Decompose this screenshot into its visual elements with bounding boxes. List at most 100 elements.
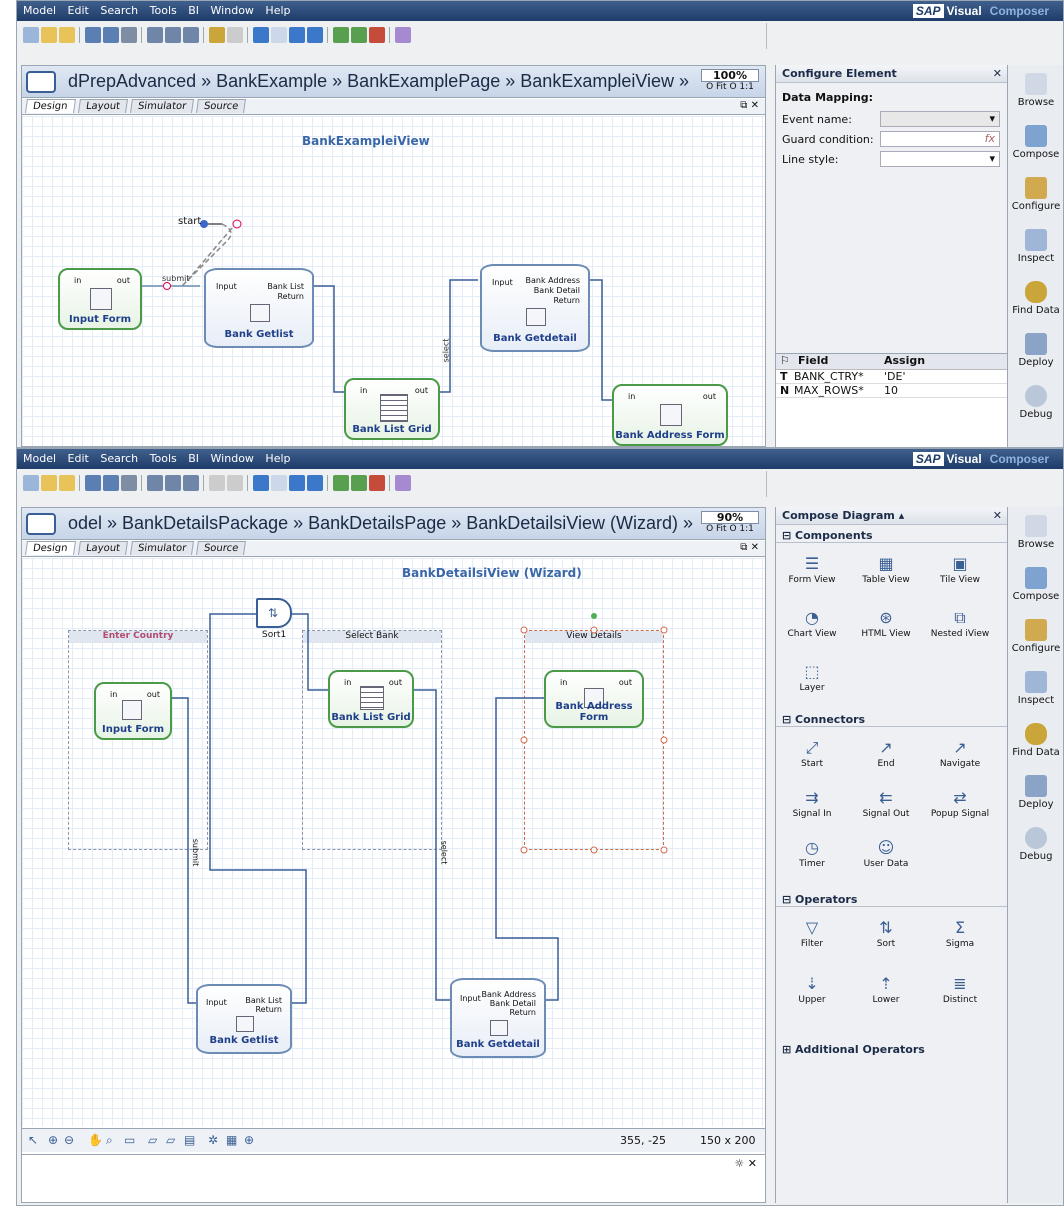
menu-model[interactable]: Model	[23, 4, 56, 17]
side-inspect[interactable]: Inspect	[1008, 671, 1064, 706]
restore-close-icon[interactable]: ⧉ ✕	[740, 100, 759, 111]
layout-icon[interactable]	[333, 27, 349, 43]
menu-bi[interactable]: BI	[188, 452, 199, 465]
zoom-out-icon[interactable]: ⊖	[64, 1133, 74, 1147]
filter-item[interactable]: ▽ Filter	[780, 917, 844, 949]
close-icon[interactable]: ✕	[993, 65, 1002, 83]
bank-list-grid-node[interactable]: in out Bank List Grid	[344, 378, 440, 440]
tab-layout[interactable]: Layout	[77, 541, 128, 555]
print-icon[interactable]	[121, 27, 137, 43]
line-style-select[interactable]: ▾	[880, 151, 1000, 167]
sort-item[interactable]: ⇅ Sort	[854, 917, 918, 949]
cut-icon[interactable]	[147, 475, 163, 491]
side-deploy[interactable]: Deploy	[1008, 775, 1064, 810]
side-configure[interactable]: Configure	[1008, 177, 1064, 212]
side-configure[interactable]: Configure	[1008, 619, 1064, 654]
paste-icon[interactable]	[183, 27, 199, 43]
layer-icon[interactable]: ▤	[184, 1133, 195, 1147]
up-icon[interactable]	[289, 27, 305, 43]
sigma-item[interactable]: Σ Sigma	[928, 917, 992, 949]
user-data-item[interactable]: ☺ User Data	[854, 837, 918, 869]
paste-icon[interactable]	[183, 475, 199, 491]
search-icon[interactable]: ⌕	[106, 1133, 113, 1148]
html-view-item[interactable]: ⊛ HTML View	[854, 607, 918, 639]
tab-source[interactable]: Source	[195, 99, 247, 113]
run-icon[interactable]	[351, 475, 367, 491]
table-row[interactable]: T BANK_CTRY* 'DE'	[776, 370, 1008, 384]
print-icon[interactable]	[121, 475, 137, 491]
comment-icon[interactable]: ▭	[124, 1133, 135, 1147]
signal-in-item[interactable]: ⇉ Signal In	[780, 787, 844, 819]
tab-simulator[interactable]: Simulator	[129, 99, 194, 113]
side-debug[interactable]: Debug	[1008, 385, 1064, 420]
home-icon[interactable]	[307, 475, 323, 491]
chart-view-item[interactable]: ◔ Chart View	[780, 607, 844, 639]
snap-icon[interactable]: ✲	[208, 1133, 218, 1147]
folder-icon[interactable]	[59, 475, 75, 491]
tab-design[interactable]: Design	[25, 99, 76, 113]
stop-icon[interactable]	[369, 475, 385, 491]
upper-item[interactable]: ⇣ Upper	[780, 973, 844, 1005]
run-icon[interactable]	[351, 27, 367, 43]
operators-header[interactable]: ⊟ Operators	[776, 893, 1008, 907]
canvas-grid[interactable]: BankDetailsiView (Wizard) Enter Country …	[22, 558, 765, 1126]
stop-icon[interactable]	[369, 27, 385, 43]
menu-search[interactable]: Search	[100, 4, 138, 17]
menu-bi[interactable]: BI	[188, 4, 199, 17]
zoom-control[interactable]: 90% O Fit O 1:1	[701, 511, 759, 537]
bank-getdetail-node[interactable]: Input Bank Address Bank Detail Return Ba…	[450, 978, 546, 1058]
redo-icon[interactable]	[227, 475, 243, 491]
new-icon[interactable]	[23, 27, 39, 43]
tab-layout[interactable]: Layout	[77, 99, 128, 113]
save-all-icon[interactable]	[103, 475, 119, 491]
form-view-item[interactable]: ☰ Form View	[780, 553, 844, 585]
distinct-item[interactable]: ≣ Distinct	[928, 973, 992, 1005]
zoom-control[interactable]: 100% O Fit O 1:1	[701, 69, 759, 95]
sort1-node[interactable]: ⇅	[256, 598, 292, 628]
side-debug[interactable]: Debug	[1008, 827, 1064, 862]
home-icon[interactable]	[307, 27, 323, 43]
bank-getlist-node[interactable]: Input Bank List Return Bank Getlist	[204, 268, 314, 348]
table-row[interactable]: N MAX_ROWS* 10	[776, 384, 1008, 398]
side-deploy[interactable]: Deploy	[1008, 333, 1064, 368]
save-icon[interactable]	[85, 27, 101, 43]
bank-getdetail-node[interactable]: Input Bank Address Bank Detail Return Ba…	[480, 264, 590, 352]
navigate-item[interactable]: ↗ Navigate	[928, 737, 992, 769]
canvas-grid[interactable]: BankExampleiView start submit select in o…	[22, 116, 765, 446]
menu-help[interactable]: Help	[265, 4, 290, 17]
layout-icon[interactable]	[333, 475, 349, 491]
menu-window[interactable]: Window	[211, 452, 254, 465]
side-inspect[interactable]: Inspect	[1008, 229, 1064, 264]
bank-getlist-node[interactable]: Input Bank List Return Bank Getlist	[196, 984, 292, 1054]
timer-item[interactable]: ◷ Timer	[780, 837, 844, 869]
col-assign[interactable]: Assign	[884, 354, 925, 367]
side-compose[interactable]: Compose	[1008, 567, 1064, 602]
bank-address-form-node[interactable]: in out Bank Address Form	[612, 384, 728, 446]
new-icon[interactable]	[23, 475, 39, 491]
side-compose[interactable]: Compose	[1008, 125, 1064, 160]
undo-icon[interactable]	[209, 475, 225, 491]
popup-signal-item[interactable]: ⇄ Popup Signal	[928, 787, 992, 819]
shape-icon[interactable]: ▱	[148, 1133, 157, 1147]
pan-icon[interactable]: ✋	[88, 1133, 103, 1147]
restore-close-icon[interactable]: ⧉ ✕	[740, 542, 759, 553]
shape2-icon[interactable]: ▱	[166, 1133, 175, 1147]
open-icon[interactable]	[41, 475, 57, 491]
menu-edit[interactable]: Edit	[68, 4, 89, 17]
event-name-select[interactable]: ▾	[880, 111, 1000, 127]
side-browse[interactable]: Browse	[1008, 515, 1064, 550]
menu-search[interactable]: Search	[100, 452, 138, 465]
redo-icon[interactable]	[227, 27, 243, 43]
breadcrumb[interactable]: odel » BankDetailsPackage » BankDetailsP…	[68, 513, 693, 534]
back-icon[interactable]	[253, 27, 269, 43]
help-icon[interactable]	[395, 27, 411, 43]
close-icon[interactable]: ✕	[993, 507, 1002, 525]
tab-source[interactable]: Source	[195, 541, 247, 555]
center-icon[interactable]: ⊕	[244, 1133, 254, 1147]
start-item[interactable]: ⤢ Start	[780, 737, 844, 769]
end-item[interactable]: ↗ End	[854, 737, 918, 769]
bank-address-form-node[interactable]: in out Bank Address Form	[544, 670, 644, 728]
help-icon[interactable]	[395, 475, 411, 491]
grid-toggle-icon[interactable]: ▦	[226, 1133, 237, 1147]
save-icon[interactable]	[85, 475, 101, 491]
